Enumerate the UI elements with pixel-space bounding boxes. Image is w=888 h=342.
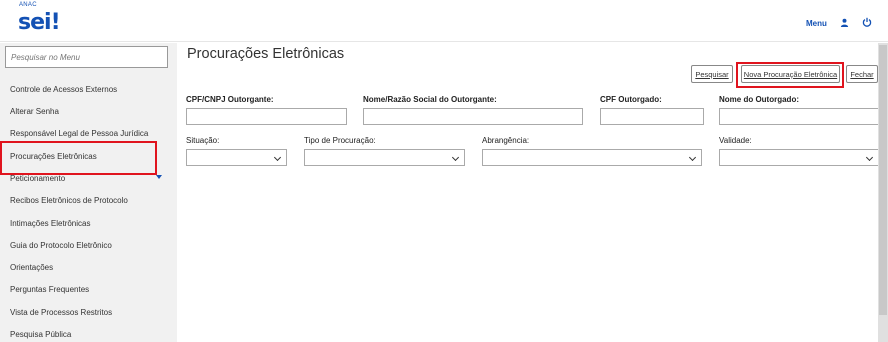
sidebar-item-intimacoes[interactable]: Intimações Eletrônicas [10, 219, 90, 228]
tipo-procuracao-label: Tipo de Procuração: [304, 136, 376, 145]
menu-search-input[interactable] [5, 46, 168, 68]
validade-label: Validade: [719, 136, 752, 145]
page-title: Procurações Eletrônicas [187, 46, 345, 62]
sidebar-item-pesquisa-publica[interactable]: Pesquisa Pública [10, 330, 71, 339]
abrangencia-label: Abrangência: [482, 136, 530, 145]
chevron-down-icon [865, 153, 874, 162]
sidebar-item-vista-processos[interactable]: Vista de Processos Restritos [10, 308, 112, 317]
tipo-procuracao-select[interactable] [304, 149, 465, 166]
chevron-down-icon [451, 153, 460, 162]
top-header: ANAC sei! Menu [0, 0, 888, 42]
cpf-cnpj-outorgante-input[interactable] [186, 108, 347, 125]
sidebar-item-perguntas[interactable]: Perguntas Frequentes [10, 285, 89, 294]
user-icon[interactable] [840, 18, 849, 27]
sidebar-item-alterar-senha[interactable]: Alterar Senha [10, 107, 59, 116]
nome-outorgante-label: Nome/Razão Social do Outorgante: [363, 95, 497, 104]
situacao-select[interactable] [186, 149, 287, 166]
validade-select[interactable] [719, 149, 879, 166]
abrangencia-select[interactable] [482, 149, 702, 166]
page-scrollbar-thumb[interactable] [879, 45, 887, 315]
sidebar-item-controle-acessos[interactable]: Controle de Acessos Externos [10, 85, 117, 94]
sidebar-item-peticionamento[interactable]: Peticionamento [10, 174, 65, 183]
cpf-cnpj-outorgante-label: CPF/CNPJ Outorgante: [186, 95, 274, 104]
power-icon[interactable] [862, 17, 872, 27]
close-button[interactable]: Fechar [846, 65, 878, 83]
chevron-down-icon[interactable] [156, 175, 162, 179]
menu-toggle-link[interactable]: Menu [806, 19, 827, 28]
sidebar-item-recibos[interactable]: Recibos Eletrônicos de Protocolo [10, 196, 128, 205]
highlight-box-sidebar [0, 141, 157, 175]
search-button[interactable]: Pesquisar [691, 65, 733, 83]
situacao-label: Situação: [186, 136, 220, 145]
sidebar-item-responsavel-legal[interactable]: Responsável Legal de Pessoa Jurídica [10, 129, 148, 138]
nome-outorgante-input[interactable] [363, 108, 583, 125]
chevron-down-icon [273, 153, 282, 162]
sidebar-item-guia[interactable]: Guia do Protocolo Eletrônico [10, 241, 112, 250]
org-name: ANAC [19, 2, 37, 8]
nome-outorgado-input[interactable] [719, 108, 879, 125]
logo-mark: ! [50, 10, 61, 35]
sei-logo[interactable]: sei! [18, 10, 61, 35]
chevron-down-icon [688, 153, 697, 162]
cpf-outorgado-label: CPF Outorgado: [600, 95, 662, 104]
sidebar-item-orientacoes[interactable]: Orientações [10, 263, 53, 272]
highlight-box-new-button [736, 62, 844, 88]
logo-text: sei [18, 10, 52, 35]
cpf-outorgado-input[interactable] [600, 108, 704, 125]
nome-outorgado-label: Nome do Outorgado: [719, 95, 799, 104]
